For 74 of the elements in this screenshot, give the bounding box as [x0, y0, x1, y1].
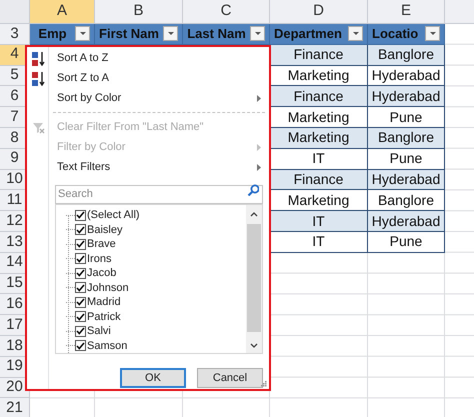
value-label: Jacob [87, 266, 116, 281]
column-heading: Emp [38, 25, 67, 44]
table-cell: Marketing [270, 66, 368, 86]
row-header[interactable]: 21 [0, 398, 30, 417]
menu-item[interactable]: Sort by Color [57, 90, 122, 106]
funnel-clear-icon [32, 120, 44, 134]
table-cell: Finance [270, 86, 368, 108]
column-heading: First Nam [99, 25, 159, 44]
checkbox[interactable] [75, 311, 86, 322]
menu-item[interactable]: Sort A to Z [57, 50, 108, 66]
table-cell: Finance [270, 170, 368, 190]
checkbox[interactable] [75, 296, 86, 308]
table-cell: Hyderabad [368, 211, 445, 232]
scroll-up-icon [250, 211, 258, 218]
value-label: Brave [87, 237, 116, 252]
menu-item[interactable]: Sort Z to A [57, 70, 109, 86]
scroll-down-icon [250, 342, 258, 349]
caret-icon [428, 31, 436, 36]
checkbox[interactable] [75, 326, 86, 337]
table-cell: Pune [368, 232, 445, 253]
value-label: Johnson [87, 280, 129, 296]
table-cell: Marketing [270, 190, 368, 212]
checkbox[interactable] [75, 238, 86, 250]
column-heading: Last Nam [187, 25, 246, 44]
table-cell: Banglore [368, 190, 445, 212]
checkbox[interactable] [75, 268, 86, 279]
table-cell: IT [270, 148, 368, 170]
filter-dropdown-button[interactable] [425, 26, 440, 42]
value-label: Patrick [87, 310, 121, 324]
table-cell: Pune [368, 148, 445, 170]
filter-dropdown-button[interactable] [163, 26, 178, 42]
row-header[interactable]: 3 [0, 24, 30, 45]
menu-item[interactable]: Text Filters [57, 158, 110, 176]
caret-icon [254, 31, 262, 36]
search-icon [247, 184, 259, 196]
table-cell: Marketing [270, 128, 368, 149]
table-cell: Hyderabad [368, 170, 445, 190]
resize-grip-icon [261, 381, 267, 387]
scrollbar[interactable] [246, 205, 262, 353]
value-label: Madrid [87, 295, 121, 310]
column-header[interactable]: A [30, 0, 95, 23]
column-heading: Departmen [274, 25, 342, 44]
caret-icon [166, 31, 174, 36]
value-label: (Select All) [87, 208, 140, 223]
caret-icon [78, 31, 86, 36]
value-label: Baisley [87, 222, 122, 238]
value-label: Irons [87, 252, 112, 266]
table-cell: Hyderabad [368, 86, 445, 108]
filter-dropdown-button[interactable] [348, 26, 363, 42]
table-cell: IT [270, 232, 368, 253]
checkbox[interactable] [75, 340, 86, 352]
checkbox[interactable] [75, 210, 86, 221]
cancel-button[interactable]: Cancel [197, 368, 263, 388]
filter-dropdown-button[interactable] [75, 26, 90, 42]
value-label: Salvi [87, 324, 111, 339]
scrollbar-thumb[interactable] [247, 224, 261, 332]
sort-descending-icon [32, 70, 44, 86]
table-cell: Marketing [270, 107, 368, 128]
ok-button[interactable]: OK [120, 368, 186, 388]
checkbox[interactable] [75, 282, 86, 294]
table-cell: Pune [368, 107, 445, 128]
value-label: Samson [87, 338, 128, 353]
table-cell: Finance [270, 44, 368, 66]
checkbox[interactable] [75, 224, 86, 236]
search-field[interactable]: Search [55, 184, 263, 204]
table-cell: Banglore [368, 128, 445, 149]
sort-ascending-icon [32, 50, 44, 66]
table-cell: Banglore [368, 44, 445, 66]
column-heading: Locatio [372, 25, 418, 44]
caret-icon [352, 31, 360, 36]
filter-dropdown-button[interactable] [250, 26, 265, 42]
table-cell: IT [270, 211, 368, 232]
checkbox[interactable] [75, 253, 86, 264]
table-cell: Hyderabad [368, 66, 445, 86]
